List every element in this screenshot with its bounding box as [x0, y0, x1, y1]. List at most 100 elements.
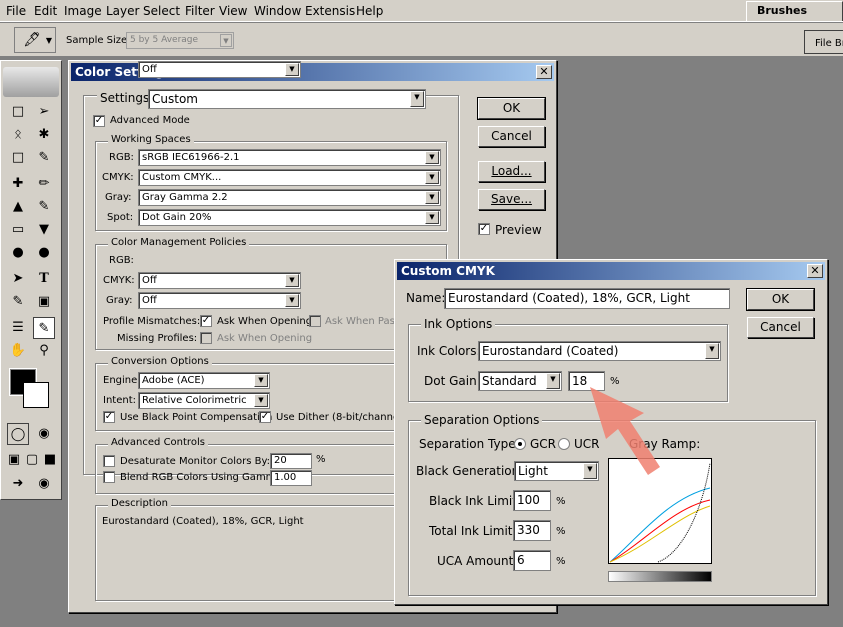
- menu-select[interactable]: Select: [143, 4, 180, 18]
- crop-icon[interactable]: □: [7, 147, 29, 169]
- save-button[interactable]: Save...: [478, 189, 545, 210]
- file-browser-tab[interactable]: File Br: [804, 30, 843, 54]
- ink-colors-value: Eurostandard (Coated): [482, 344, 619, 358]
- ws-cmyk-select[interactable]: Custom CMYK... ▼: [138, 169, 441, 186]
- eyedropper-icon[interactable]: ✎: [33, 317, 55, 339]
- brush-icon[interactable]: ✏: [33, 173, 55, 195]
- background-color-swatch[interactable]: [23, 382, 49, 408]
- eraser-icon[interactable]: ▭: [7, 219, 29, 241]
- jump-to-imageready-icon[interactable]: ➜: [7, 473, 29, 495]
- bucket-icon[interactable]: ▼: [33, 219, 55, 241]
- notes-icon[interactable]: ☰: [7, 317, 29, 339]
- settings-select[interactable]: Custom ▼: [148, 89, 426, 109]
- hand-icon[interactable]: ✋: [7, 340, 29, 362]
- working-spaces-title: Working Spaces: [108, 134, 194, 145]
- advanced-mode-label: Advanced Mode: [110, 115, 190, 126]
- preview-checkbox[interactable]: ✓: [478, 223, 490, 235]
- description-text: Eurostandard (Coated), 18%, GCR, Light: [102, 516, 304, 527]
- stamp-icon[interactable]: ▲: [7, 196, 29, 218]
- gcr-radio[interactable]: [514, 438, 526, 450]
- menu-image[interactable]: Image: [64, 4, 102, 18]
- menu-view[interactable]: View: [219, 4, 247, 18]
- policy-gray-select[interactable]: Off ▼: [138, 292, 301, 309]
- missing-ask-opening-label: Ask When Opening: [217, 333, 313, 344]
- menu-filter[interactable]: Filter: [185, 4, 215, 18]
- ws-cmyk-value: Custom CMYK...: [142, 172, 222, 183]
- burn-icon[interactable]: ●: [33, 242, 55, 264]
- screen-mode-menu-icon[interactable]: ▢: [23, 449, 41, 471]
- dot-gain-mode-select[interactable]: Standard ▼: [478, 371, 562, 391]
- missing-ask-opening-checkbox[interactable]: [200, 332, 212, 344]
- dot-gain-mode-value: Standard: [482, 374, 537, 388]
- ws-gray-select[interactable]: Gray Gamma 2.2 ▼: [138, 189, 441, 206]
- intent-select[interactable]: Relative Colorimetric ▼: [138, 392, 270, 409]
- brushes-palette-tab[interactable]: Brushes: [746, 1, 843, 21]
- pen-icon[interactable]: ✎: [7, 291, 29, 313]
- menu-help[interactable]: Help: [356, 4, 383, 18]
- profile-mismatches-label: Profile Mismatches:: [103, 316, 201, 327]
- ink-colors-select[interactable]: Eurostandard (Coated) ▼: [478, 341, 721, 361]
- intent-value: Relative Colorimetric: [142, 395, 247, 406]
- menu-layer[interactable]: Layer: [106, 4, 139, 18]
- advanced-mode-checkbox[interactable]: ✓: [93, 115, 105, 127]
- annotation-arrow-icon: [590, 387, 660, 475]
- ws-rgb-select[interactable]: sRGB IEC61966-2.1 ▼: [138, 149, 441, 166]
- desaturate-checkbox[interactable]: [103, 455, 115, 467]
- policy-rgb-select[interactable]: Off ▼: [138, 61, 301, 78]
- ok-button[interactable]: OK: [477, 97, 546, 120]
- policy-cmyk-select[interactable]: Off ▼: [138, 272, 301, 289]
- marquee-icon[interactable]: □: [7, 101, 29, 123]
- dither-checkbox[interactable]: ✓: [259, 411, 271, 423]
- blur-icon[interactable]: ●: [7, 242, 29, 264]
- ask-opening-checkbox[interactable]: ✓: [200, 315, 212, 327]
- standard-mode-icon[interactable]: ◯: [7, 423, 29, 445]
- toolbox: □ ➢ ᛟ ✱ □ ✎ ✚ ✏ ▲ ✎ ▭ ▼ ● ● ➤ T ✎ ▣ ☰ ✎ …: [0, 60, 62, 500]
- type-icon[interactable]: T: [33, 268, 55, 290]
- black-point-checkbox[interactable]: ✓: [103, 411, 115, 423]
- black-ink-limit-input[interactable]: 100: [513, 490, 551, 511]
- screen-mode-standard-icon[interactable]: ▣: [5, 449, 23, 471]
- menu-edit[interactable]: Edit: [34, 4, 57, 18]
- path-select-icon[interactable]: ➤: [7, 268, 29, 290]
- slice-icon[interactable]: ✎: [33, 147, 55, 169]
- cmyk-cancel-button[interactable]: Cancel: [747, 317, 814, 338]
- magic-wand-icon[interactable]: ✱: [33, 124, 55, 146]
- cancel-button[interactable]: Cancel: [478, 126, 545, 147]
- imageready-icon[interactable]: ◉: [33, 473, 55, 495]
- black-ink-limit-label: Black Ink Limit:: [429, 494, 521, 508]
- healing-icon[interactable]: ✚: [7, 173, 29, 195]
- menu-extensis[interactable]: Extensis: [305, 4, 355, 18]
- blend-gamma-input[interactable]: 1.00: [270, 470, 312, 486]
- load-button[interactable]: Load...: [478, 161, 545, 182]
- ws-spot-select[interactable]: Dot Gain 20% ▼: [138, 209, 441, 226]
- move-icon[interactable]: ➢: [33, 101, 55, 123]
- ask-pasting-checkbox[interactable]: [309, 315, 321, 327]
- lasso-icon[interactable]: ᛟ: [7, 124, 29, 146]
- ask-pasting-label: Ask When Pasti: [325, 316, 402, 327]
- options-bar: 🖋 ▼ Sample Size: 5 by 5 Average ▼: [0, 23, 843, 57]
- zoom-icon[interactable]: ⚲: [33, 340, 55, 362]
- history-brush-icon[interactable]: ✎: [33, 196, 55, 218]
- black-point-label: Use Black Point Compensation: [120, 412, 273, 423]
- desaturate-input[interactable]: 20: [270, 453, 312, 469]
- close-icon[interactable]: ✕: [536, 65, 552, 79]
- separation-options-title: Separation Options: [421, 413, 543, 427]
- shape-icon[interactable]: ▣: [33, 291, 55, 313]
- quickmask-mode-icon[interactable]: ◉: [33, 423, 55, 445]
- tool-preset-picker[interactable]: 🖋 ▼: [14, 27, 56, 53]
- settings-value: Custom: [152, 92, 198, 106]
- engine-select[interactable]: Adobe (ACE) ▼: [138, 372, 270, 389]
- gray-ramp-gradient: [608, 571, 712, 582]
- screen-mode-full-icon[interactable]: ■: [41, 449, 59, 471]
- total-ink-limit-input[interactable]: 330: [513, 520, 551, 541]
- blend-gamma-checkbox[interactable]: [103, 471, 115, 483]
- menu-window[interactable]: Window: [254, 4, 301, 18]
- ink-options-title: Ink Options: [421, 317, 496, 331]
- ucr-radio[interactable]: [558, 438, 570, 450]
- close-icon[interactable]: ✕: [807, 264, 823, 278]
- menu-file[interactable]: File: [6, 4, 26, 18]
- cmyk-ok-button[interactable]: OK: [746, 288, 815, 311]
- uca-amount-input[interactable]: 6: [513, 550, 551, 571]
- name-input[interactable]: Eurostandard (Coated), 18%, GCR, Light: [444, 288, 730, 309]
- sample-size-select[interactable]: 5 by 5 Average ▼: [126, 32, 234, 49]
